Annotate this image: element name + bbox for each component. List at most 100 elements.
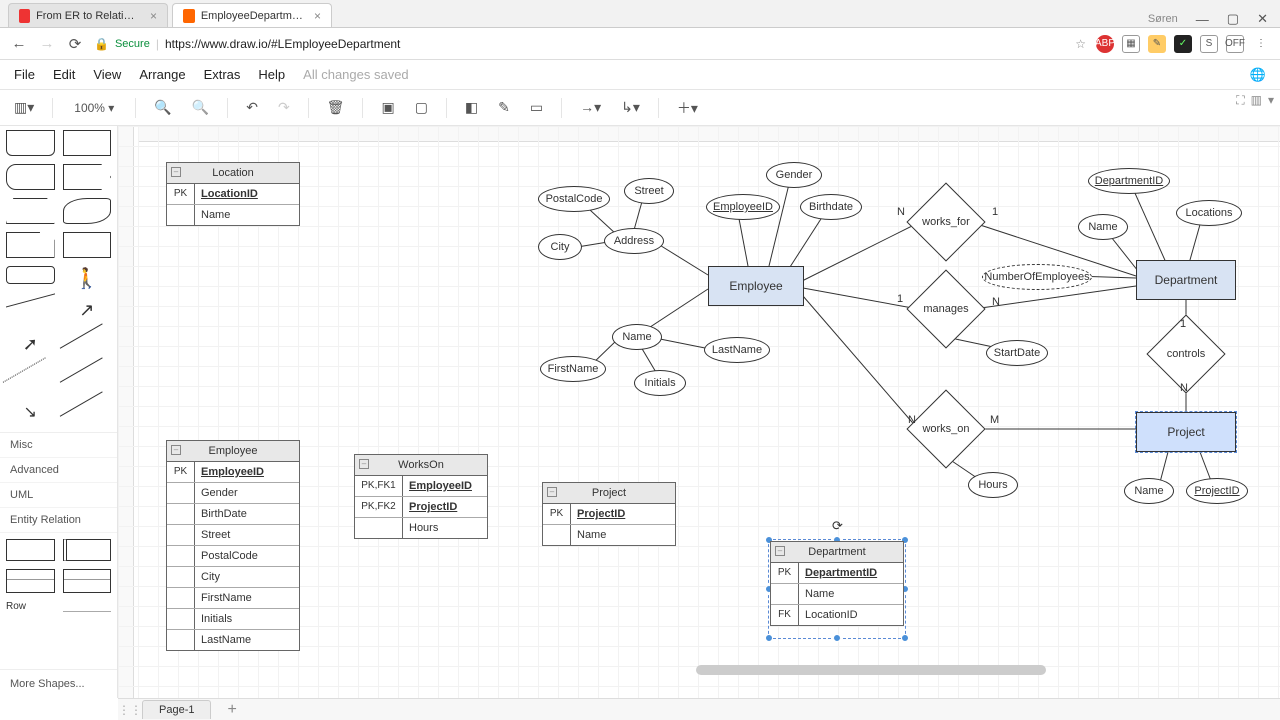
shape-thumb[interactable] — [6, 130, 55, 156]
section-advanced[interactable]: Advanced — [0, 458, 117, 483]
attr-address[interactable]: Address — [604, 228, 664, 254]
format-panel-icon[interactable]: ▥ — [1251, 93, 1262, 108]
insert-icon[interactable]: ＋▾ — [671, 94, 704, 122]
to-back-icon[interactable]: ▢ — [409, 95, 434, 120]
more-shapes-button[interactable]: More Shapes... — [0, 669, 117, 698]
reload-icon[interactable]: ⟳ — [66, 35, 84, 53]
shape-thumb[interactable] — [63, 232, 112, 258]
page-tab-1[interactable]: Page-1 — [142, 700, 211, 719]
attr-firstname[interactable]: FirstName — [540, 356, 606, 382]
collapse-icon[interactable]: ▾ — [1268, 93, 1274, 108]
ext-icon[interactable]: ✓ — [1174, 35, 1192, 53]
attr-lastname[interactable]: LastName — [704, 337, 770, 363]
menu-icon[interactable]: ⋮ — [1252, 35, 1270, 53]
shape-thumb[interactable] — [63, 198, 112, 224]
actor-icon[interactable]: 🚶 — [63, 266, 112, 292]
shadow-icon[interactable]: ▭ — [524, 95, 549, 120]
attr-birthdate[interactable]: Birthdate — [800, 194, 862, 220]
section-uml[interactable]: UML — [0, 483, 117, 508]
attr-locations[interactable]: Locations — [1176, 200, 1242, 226]
table-project[interactable]: –Project PKProjectID Name — [542, 482, 676, 546]
connection-icon[interactable]: →▾ — [574, 95, 607, 120]
entity-project[interactable]: Project — [1136, 412, 1236, 452]
to-front-icon[interactable]: ▣ — [375, 95, 400, 120]
browser-tab-1[interactable]: EmployeeDepartment - d × — [172, 3, 332, 27]
canvas[interactable]: –Location PKLocationID Name –Employee PK… — [118, 126, 1280, 698]
shape-thumb[interactable] — [59, 324, 114, 371]
menu-file[interactable]: File — [14, 67, 35, 82]
shape-thumb[interactable]: ↘ — [6, 402, 55, 428]
minimize-icon[interactable]: — — [1196, 12, 1209, 27]
shape-thumb[interactable] — [6, 198, 55, 224]
maximize-icon[interactable]: ▢ — [1227, 11, 1239, 27]
shape-thumb[interactable] — [63, 611, 112, 613]
shape-thumb[interactable] — [6, 164, 55, 190]
sidebar-toggle-icon[interactable]: ▥▾ — [8, 95, 40, 120]
entity-department[interactable]: Department — [1136, 260, 1236, 300]
attr-name[interactable]: Name — [612, 324, 662, 350]
shape-thumb[interactable] — [63, 164, 112, 190]
rel-manages[interactable]: manages — [918, 281, 974, 337]
attr-street[interactable]: Street — [624, 178, 674, 204]
rel-works-on[interactable]: works_on — [918, 401, 974, 457]
ext-icon[interactable]: OFF — [1226, 35, 1244, 53]
back-icon[interactable]: ← — [10, 35, 28, 52]
attr-city[interactable]: City — [538, 234, 582, 260]
shape-thumb[interactable] — [59, 358, 114, 405]
add-page-button[interactable]: + — [217, 701, 246, 719]
forward-icon[interactable]: → — [38, 35, 56, 52]
language-icon[interactable]: 🌐 — [1250, 67, 1266, 83]
close-window-icon[interactable]: ✕ — [1257, 11, 1268, 27]
attr-initials[interactable]: Initials — [634, 370, 686, 396]
ext-icon[interactable]: ▦ — [1122, 35, 1140, 53]
stroke-icon[interactable]: ✎ — [492, 95, 516, 120]
waypoint-icon[interactable]: ↳▾ — [615, 95, 646, 120]
attr-startdate[interactable]: StartDate — [986, 340, 1048, 366]
fill-icon[interactable]: ◧ — [459, 95, 484, 120]
table-shape-thumb[interactable] — [6, 569, 55, 593]
arrow-icon[interactable]: ➚ — [6, 334, 55, 360]
attr-hours[interactable]: Hours — [968, 472, 1018, 498]
menu-extras[interactable]: Extras — [204, 67, 241, 82]
ext-icon[interactable]: S — [1200, 35, 1218, 53]
ext-icon[interactable]: ✎ — [1148, 35, 1166, 53]
row-label[interactable]: Row — [6, 601, 55, 627]
table-location[interactable]: –Location PKLocationID Name — [166, 162, 300, 226]
zoom-out-icon[interactable]: 🔍 — [186, 95, 215, 120]
table-shape-thumb[interactable] — [63, 569, 112, 593]
redo-icon[interactable]: ↷ — [272, 95, 296, 120]
shape-thumb[interactable] — [6, 294, 55, 333]
shape-thumb[interactable] — [6, 232, 55, 258]
table-shape-thumb[interactable] — [6, 539, 55, 561]
zoom-select[interactable]: 100% ▾ — [65, 98, 123, 118]
shape-thumb[interactable] — [6, 266, 55, 284]
fullscreen-icon[interactable]: ⛶ — [1236, 93, 1244, 108]
table-shape-thumb[interactable] — [63, 539, 112, 561]
menu-help[interactable]: Help — [258, 67, 285, 82]
zoom-in-icon[interactable]: 🔍 — [148, 95, 177, 120]
menu-view[interactable]: View — [93, 67, 121, 82]
shape-thumb[interactable] — [63, 130, 112, 156]
attr-dept-name[interactable]: Name — [1078, 214, 1128, 240]
undo-icon[interactable]: ↶ — [240, 95, 264, 120]
menu-edit[interactable]: Edit — [53, 67, 75, 82]
rel-works-for[interactable]: works_for — [918, 194, 974, 250]
attr-postalcode[interactable]: PostalCode — [538, 186, 610, 212]
table-department[interactable]: –Department PKDepartmentID Name FKLocati… — [770, 541, 904, 626]
table-workson[interactable]: –WorksOn PK,FK1EmployeeID PK,FK2ProjectI… — [354, 454, 488, 539]
browser-tab-0[interactable]: From ER to Relational M… × — [8, 3, 168, 27]
page-menu-icon[interactable]: ⋮⋮ — [118, 703, 136, 717]
shape-thumb[interactable] — [3, 358, 58, 405]
attr-projectid[interactable]: ProjectID — [1186, 478, 1248, 504]
attr-numemployees[interactable]: NumberOfEmployees — [982, 264, 1092, 290]
url-field[interactable]: 🔒 Secure | https://www.draw.io/#LEmploye… — [94, 37, 1065, 51]
attr-employeeid[interactable]: EmployeeID — [706, 194, 780, 220]
section-entity-relation[interactable]: Entity Relation — [0, 508, 117, 533]
rotate-handle-icon[interactable]: ⟳ — [832, 518, 843, 534]
rel-controls[interactable]: controls — [1158, 326, 1214, 382]
arrow-icon[interactable]: ↗ — [63, 300, 112, 326]
table-employee[interactable]: –Employee PKEmployeeID Gender BirthDate … — [166, 440, 300, 651]
close-icon[interactable]: × — [314, 9, 321, 23]
horizontal-scrollbar[interactable] — [256, 664, 1256, 676]
entity-employee[interactable]: Employee — [708, 266, 804, 306]
